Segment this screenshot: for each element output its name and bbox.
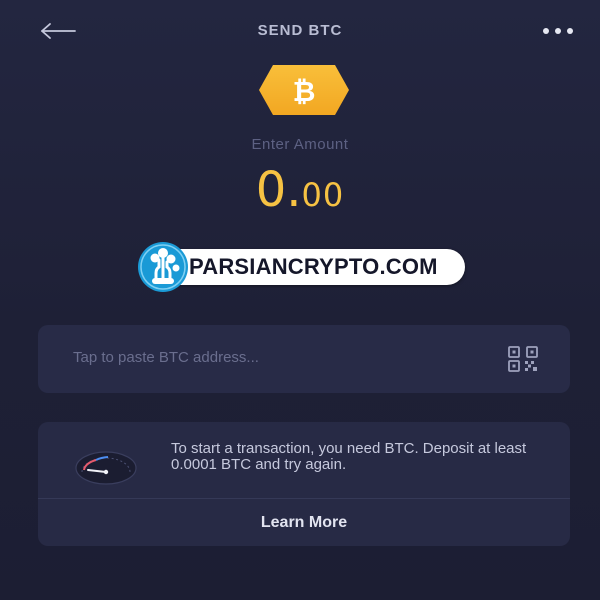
bitcoin-icon: ₿ — [257, 63, 351, 117]
more-horizontal-icon — [543, 28, 573, 34]
scan-qr-button[interactable] — [506, 344, 540, 374]
more-options-button[interactable] — [536, 18, 580, 44]
qr-code-icon — [508, 346, 538, 372]
btc-address-input[interactable]: Tap to paste BTC address... — [38, 325, 570, 393]
page-title: SEND BTC — [257, 22, 343, 39]
send-btc-screen: SEND BTC ₿ Enter Amount 0.00 PARSIANCRYP… — [0, 0, 600, 600]
amount-fraction: 00 — [301, 176, 345, 214]
card-divider — [38, 498, 570, 499]
gauge-icon — [74, 446, 138, 486]
parsiancrypto-logo-icon — [137, 240, 189, 294]
amount-whole: 0. — [255, 162, 302, 218]
bitcoin-symbol: ₿ — [293, 75, 316, 108]
amount-display[interactable]: 0.00 — [0, 166, 600, 214]
watermark-text: PARSIANCRYPTO.COM — [189, 254, 438, 279]
deposit-message: To start a transaction, you need BTC. De… — [171, 440, 527, 473]
deposit-info-card: To start a transaction, you need BTC. De… — [38, 422, 570, 546]
address-placeholder: Tap to paste BTC address... — [73, 349, 259, 366]
watermark-banner: PARSIANCRYPTO.COM — [137, 240, 467, 294]
enter-amount-label: Enter Amount — [251, 136, 349, 153]
learn-more-button[interactable]: Learn More — [38, 508, 570, 538]
